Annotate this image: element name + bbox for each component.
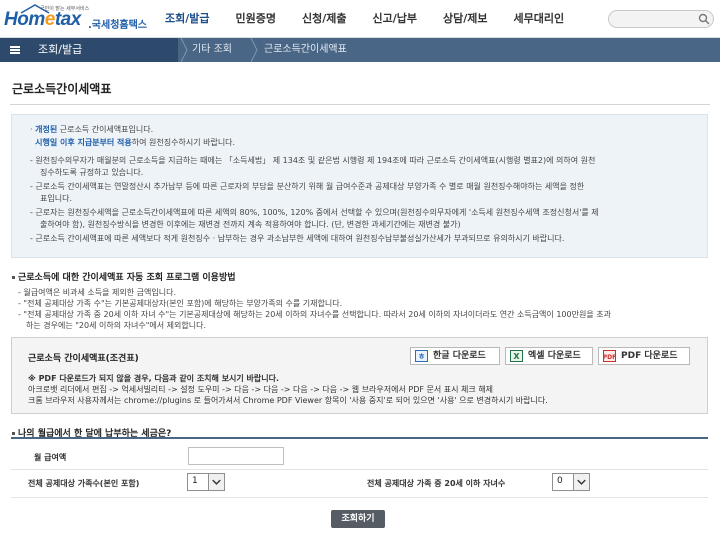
submit-search-button[interactable]: 조회하기: [331, 510, 385, 528]
nav-consult-report[interactable]: 상담/제보: [430, 0, 501, 38]
notice-line-1: · 개정된 근로소득 간이세액표입니다.: [30, 125, 154, 134]
notice-line-1-text: 근로소득 간이세액표입니다.: [57, 125, 154, 134]
nav-application[interactable]: 신청/제출: [289, 0, 360, 38]
pdf-help-acrobat: 아크로뱃 리더에서 편집 -> 억세서빌리티 -> 설정 도우미 -> 다음 -…: [28, 385, 494, 394]
svg-text:PDF: PDF: [603, 354, 616, 361]
pdf-help-note: ※ PDF 다운로드가 되지 않을 경우, 다음과 같이 조치해 보시기 바랍니…: [28, 374, 280, 383]
form-bottom-divider: [11, 497, 708, 498]
chevron-down-icon: [573, 474, 589, 490]
form-top-border: [11, 437, 708, 439]
search-input[interactable]: [608, 10, 714, 28]
children-count-select[interactable]: 0: [552, 473, 590, 491]
nav-tax-agent[interactable]: 세무대리인: [500, 0, 577, 38]
auto-calc-heading: 근로소득에 대한 간이세액표 자동 조회 프로그램 이용방법: [12, 270, 236, 283]
logo-wordmark: Hometax: [4, 9, 81, 31]
bullet-icon: [12, 432, 15, 435]
logo-part-tax: tax: [54, 9, 81, 30]
pdf-help-chrome: 크롬 브라우저 사용자께서는 chrome://plugins 로 들어가셔서 …: [28, 396, 548, 405]
breadcrumb-current: 조회/발급: [38, 43, 83, 56]
menu-icon: [10, 46, 20, 54]
nav-filing-payment[interactable]: 신고/납부: [359, 0, 430, 38]
notice-bullet-cont: 표입니다.: [40, 194, 72, 203]
children-count-value: 0: [557, 476, 563, 486]
notice-bullet: - 근로소득 간이세액표는 연말정산시 추가납부 등에 따른 근로자의 부담을 …: [30, 182, 585, 191]
auto-calc-line: - "전체 공제대상 가족 수"는 기본공제대상자(본인 포함)에 해당하는 부…: [18, 299, 343, 308]
notice-bullet: - 원천징수의무자가 매월분의 근로소득을 지급하는 때에는 「소득세법」 제 …: [30, 156, 596, 165]
excel-download-label: 엑셀 다운로드: [528, 351, 581, 361]
chevron-right-icon: [180, 38, 188, 62]
notice-line-2: 시행일 이후 지급분부터 적용하여 원천징수하시기 바랍니다.: [30, 137, 235, 148]
breadcrumb-other-inquiry[interactable]: 기타 조회: [192, 38, 232, 62]
svg-text:X: X: [513, 352, 520, 361]
pdf-file-icon: PDF: [603, 350, 616, 362]
form-row-divider: [11, 469, 708, 470]
page-title: 근로소득간이세액표: [12, 82, 112, 96]
pdf-download-label: PDF 다운로드: [621, 351, 678, 361]
breadcrumb-tax-table[interactable]: 근로소득간이세액표: [264, 38, 347, 62]
notice-line-2-text: 하여 원천징수하시기 바랍니다.: [131, 138, 236, 147]
chevron-down-icon: [208, 474, 224, 490]
auto-calc-title: 근로소득에 대한 간이세액표 자동 조회 프로그램 이용방법: [18, 273, 236, 283]
nav-certificates[interactable]: 민원증명: [223, 0, 289, 38]
excel-download-button[interactable]: X 엑셀 다운로드: [505, 347, 593, 365]
notice-effective-label: 시행일 이후 지급분부터 적용: [35, 138, 132, 147]
auto-calc-line: - 월급여액은 비과세 소득을 제외한 금액입니다.: [18, 288, 176, 297]
notice-revised-label: 개정된: [35, 125, 58, 134]
hometax-logo[interactable]: 국민이 맡는 세무서비스 Hometax .국세청홈택스: [2, 4, 147, 34]
nav-inquiry-issue[interactable]: 조회/발급: [152, 0, 223, 38]
logo-part-hom: Hom: [4, 9, 45, 30]
auto-calc-line: 하는 경우에는 "20세 이하의 자녀수"에서 제외합니다.: [26, 321, 206, 330]
salary-label: 월 급여액: [34, 453, 67, 462]
pdf-download-button[interactable]: PDF PDF 다운로드: [598, 347, 690, 365]
notice-bullet: - 근로소득 간이세액표에 따른 세액보다 적게 원천징수 · 납부하는 경우 …: [30, 234, 565, 243]
notice-bullet-cont: 징수하도록 규정하고 있습니다.: [40, 168, 144, 177]
main-nav: 조회/발급 민원증명 신청/제출 신고/납부 상담/제보 세무대리인: [152, 0, 577, 38]
notice-bullet: - 근로자는 원천징수세액을 근로소득간이세액표에 따른 세액의 80%, 10…: [30, 208, 599, 217]
download-title: 근로소득 간이세액표(조견표): [28, 354, 139, 364]
chevron-right-icon: [250, 38, 258, 62]
auto-calc-line: - "전체 공제대상 가족 중 20세 이하 자녀 수"는 기본공제대상에 해당…: [18, 310, 611, 319]
logo-part-e: e: [44, 9, 56, 30]
hwp-download-label: 한글 다운로드: [433, 351, 486, 361]
family-count-value: 1: [192, 476, 198, 486]
salary-input[interactable]: [188, 447, 284, 465]
hwp-download-button[interactable]: ㅎ 한글 다운로드: [410, 347, 500, 365]
download-box: 근로소득 간이세액표(조견표) ㅎ 한글 다운로드 X 엑셀 다운로드 PDF …: [11, 337, 708, 414]
family-count-select[interactable]: 1: [187, 473, 225, 491]
logo-korean: .국세청홈택스: [88, 20, 147, 31]
top-header: 국민이 맡는 세무서비스 Hometax .국세청홈택스 조회/발급 민원증명 …: [0, 0, 720, 38]
title-divider: [10, 104, 710, 105]
notice-box: · 개정된 근로소득 간이세액표입니다. 시행일 이후 지급분부터 적용하여 원…: [11, 114, 708, 258]
all-menu-toggle[interactable]: 조회/발급: [0, 38, 178, 62]
search-icon[interactable]: [698, 13, 710, 25]
notice-bullet-cont: 출하여야 함), 원천징수방식을 변경한 이후에는 재변경 전까지 계속 적용하…: [40, 220, 461, 229]
hwp-file-icon: ㅎ: [415, 350, 428, 362]
family-count-label: 전체 공제대상 가족수(본인 포함): [28, 479, 140, 488]
children-count-label: 전체 공제대상 가족 중 20세 이하 자녀수: [367, 479, 506, 488]
bullet-icon: [12, 276, 15, 279]
location-bar: 조회/발급 기타 조회 근로소득간이세액표: [0, 38, 720, 62]
svg-text:ㅎ: ㅎ: [418, 352, 425, 361]
excel-file-icon: X: [510, 350, 523, 362]
